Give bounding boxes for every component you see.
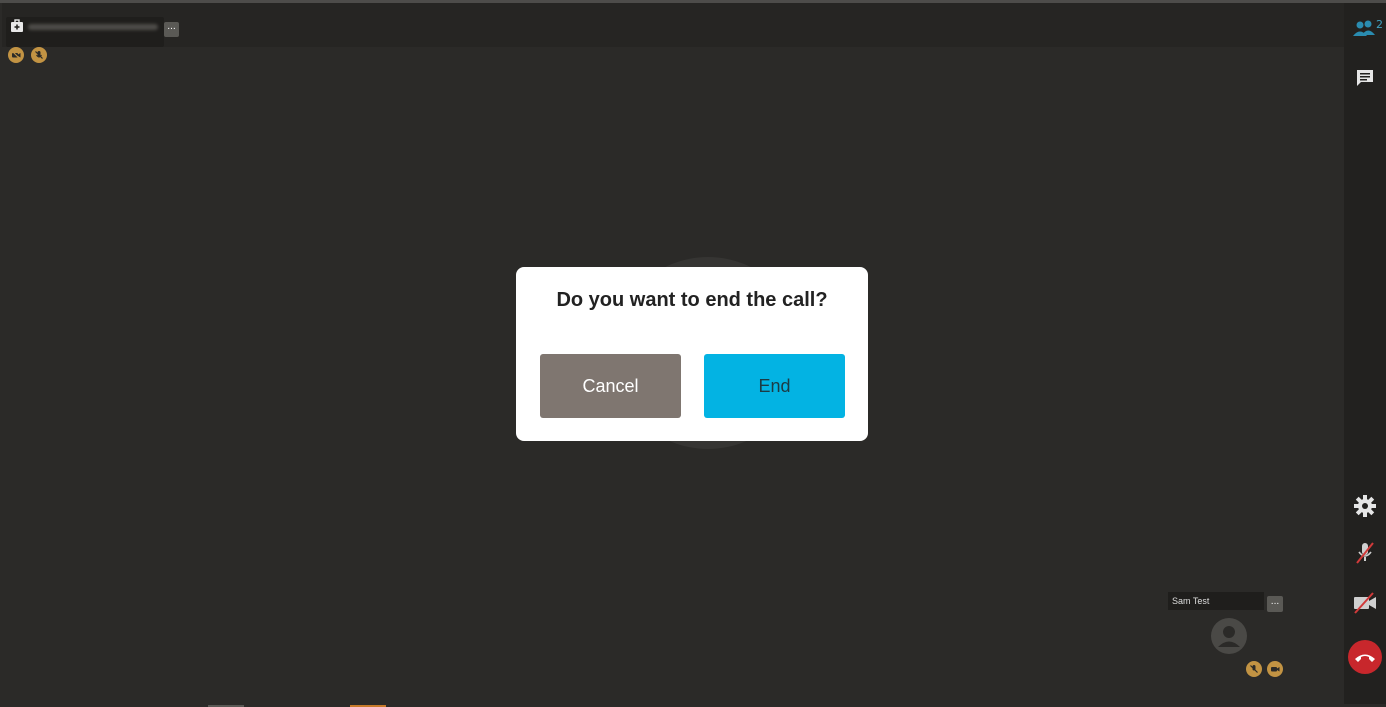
remote-participant-label <box>6 17 164 47</box>
chat-button[interactable] <box>1344 62 1386 94</box>
gear-icon <box>1354 495 1376 517</box>
end-button[interactable]: End <box>704 354 845 418</box>
medical-bag-icon <box>11 19 23 32</box>
remote-mic-off-icon <box>31 47 47 63</box>
participants-icon <box>1353 20 1375 36</box>
hang-up-icon <box>1348 640 1382 674</box>
self-view-tile: Sam Test ... <box>1168 590 1288 680</box>
camera-off-icon <box>1354 592 1376 614</box>
dialog-title: Do you want to end the call? <box>556 289 828 311</box>
camera-toggle-button[interactable] <box>1344 587 1386 619</box>
microphone-toggle-button[interactable] <box>1344 537 1386 569</box>
end-call-button[interactable] <box>1344 640 1386 674</box>
remote-more-button[interactable]: ... <box>164 22 179 37</box>
remote-participant-name <box>28 24 158 30</box>
call-controls-sidebar: 2 <box>1344 3 1386 704</box>
chat-icon <box>1357 70 1373 86</box>
remote-camera-off-icon <box>8 47 24 63</box>
settings-button[interactable] <box>1344 490 1386 522</box>
self-camera-off-icon <box>1267 661 1283 677</box>
self-participant-name: Sam Test <box>1168 592 1264 610</box>
participants-button[interactable]: 2 <box>1344 13 1386 45</box>
self-mic-off-icon <box>1246 661 1262 677</box>
user-avatar-icon <box>1211 618 1247 654</box>
remote-header: ... <box>2 3 1344 47</box>
self-more-button[interactable]: ... <box>1267 596 1283 612</box>
microphone-off-icon <box>1356 542 1374 564</box>
participant-count-badge: 2 <box>1376 18 1383 31</box>
end-call-dialog: Do you want to end the call? Cancel End <box>516 267 868 441</box>
cancel-button[interactable]: Cancel <box>540 354 681 418</box>
